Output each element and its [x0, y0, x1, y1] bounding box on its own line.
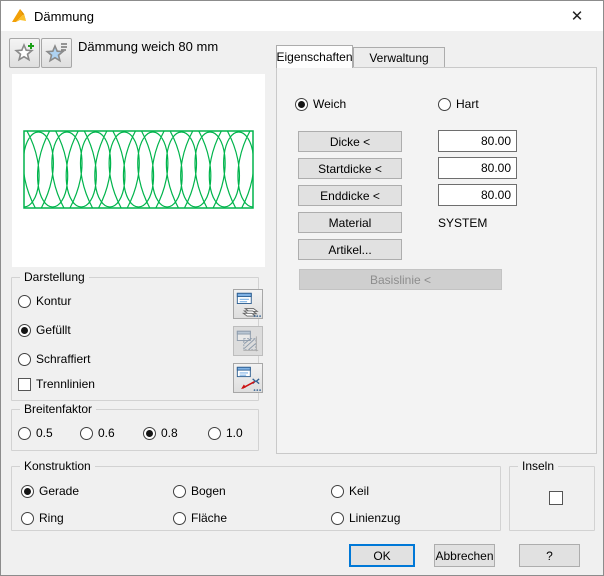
hatch-surface-icon [235, 328, 261, 354]
radio-circle [331, 512, 344, 525]
radio-flaeche-label: Fläche [191, 511, 227, 525]
darstellung-group-label: Darstellung [20, 270, 89, 284]
radio-10-label: 1.0 [226, 426, 243, 440]
enddicke-button[interactable]: Enddicke < [298, 185, 402, 206]
window-title: Dämmung [34, 9, 94, 24]
radio-circle [173, 512, 186, 525]
radio-circle [18, 295, 31, 308]
konstruktion-group-label: Konstruktion [20, 459, 95, 473]
radio-flaeche[interactable]: Fläche [173, 511, 227, 525]
radio-circle [18, 353, 31, 366]
radio-05-label: 0.5 [36, 426, 53, 440]
pen-surface-icon [235, 291, 261, 317]
breitenfaktor-group-label: Breitenfaktor [20, 402, 96, 416]
radio-keil[interactable]: Keil [331, 484, 369, 498]
radio-06[interactable]: 0.6 [80, 426, 115, 440]
radio-circle [173, 485, 186, 498]
radio-hart[interactable]: Hart [438, 97, 479, 111]
radio-circle [18, 427, 31, 440]
radio-schraffiert[interactable]: Schraffiert [18, 352, 90, 366]
tab-verwaltung-label: Verwaltung [369, 51, 428, 65]
insulation-pattern [12, 74, 265, 267]
radio-weich-label: Weich [313, 97, 346, 111]
radio-circle [80, 427, 93, 440]
radio-kontur-label: Kontur [36, 294, 71, 308]
konstruktion-group: Konstruktion [11, 466, 501, 531]
tab-verwaltung[interactable]: Verwaltung [353, 47, 445, 68]
tab-eigenschaften-label: Eigenschaften [276, 50, 352, 64]
enddicke-input[interactable] [438, 184, 517, 206]
dialog-window: Dämmung ✕ Dämmung weich 80 mm Darstellun… [0, 0, 604, 576]
inseln-checkbox[interactable] [549, 491, 563, 505]
star-plus-icon [13, 41, 37, 65]
dicke-button[interactable]: Dicke < [298, 131, 402, 152]
cancel-button[interactable]: Abbrechen [434, 544, 495, 567]
star-list-icon [45, 41, 69, 65]
insulation-preview [12, 74, 265, 267]
radio-schraffiert-label: Schraffiert [36, 352, 90, 366]
startdicke-button[interactable]: Startdicke < [298, 158, 402, 179]
radio-bogen-label: Bogen [191, 484, 226, 498]
radio-circle [438, 98, 451, 111]
ok-button[interactable]: OK [349, 544, 415, 567]
app-logo-icon [11, 8, 27, 24]
radio-circle [21, 512, 34, 525]
title-bar: Dämmung ✕ [1, 1, 603, 31]
format-transfer-button[interactable] [233, 363, 263, 393]
artikel-button[interactable]: Artikel... [298, 239, 402, 260]
radio-gerade[interactable]: Gerade [21, 484, 79, 498]
radio-gefuellt[interactable]: Gefüllt [18, 323, 71, 337]
radio-circle [21, 485, 34, 498]
radio-circle [295, 98, 308, 111]
radio-circle [331, 485, 344, 498]
radio-linienzug[interactable]: Linienzug [331, 511, 400, 525]
basislinie-button: Basislinie < [299, 269, 502, 290]
radio-linienzug-label: Linienzug [349, 511, 400, 525]
close-button[interactable]: ✕ [557, 1, 597, 31]
checkbox-trennlinien-label: Trennlinien [36, 377, 95, 391]
format-arrow-icon [235, 365, 261, 391]
radio-08[interactable]: 0.8 [143, 426, 178, 440]
tab-eigenschaften[interactable]: Eigenschaften [276, 45, 353, 68]
radio-gefuellt-label: Gefüllt [36, 323, 71, 337]
radio-bogen[interactable]: Bogen [173, 484, 226, 498]
radio-hart-label: Hart [456, 97, 479, 111]
radio-keil-label: Keil [349, 484, 369, 498]
format-properties-button[interactable] [233, 289, 263, 319]
radio-circle [208, 427, 221, 440]
tab-panel-eigenschaften [276, 67, 597, 454]
dicke-input[interactable] [438, 130, 517, 152]
radio-08-label: 0.8 [161, 426, 178, 440]
radio-06-label: 0.6 [98, 426, 115, 440]
radio-10[interactable]: 1.0 [208, 426, 243, 440]
radio-ring-label: Ring [39, 511, 64, 525]
favorite-load-button[interactable] [41, 38, 72, 68]
radio-05[interactable]: 0.5 [18, 426, 53, 440]
inseln-group-label: Inseln [518, 459, 558, 473]
help-button[interactable]: ? [519, 544, 580, 567]
surface-style-button-disabled [233, 326, 263, 356]
favorite-save-button[interactable] [9, 38, 40, 68]
favorite-name-label: Dämmung weich 80 mm [78, 38, 218, 56]
material-value: SYSTEM [438, 212, 487, 233]
radio-gerade-label: Gerade [39, 484, 79, 498]
radio-ring[interactable]: Ring [21, 511, 64, 525]
radio-kontur[interactable]: Kontur [18, 294, 71, 308]
radio-circle [143, 427, 156, 440]
material-button[interactable]: Material [298, 212, 402, 233]
checkbox-box [18, 378, 31, 391]
startdicke-input[interactable] [438, 157, 517, 179]
radio-weich[interactable]: Weich [295, 97, 346, 111]
radio-circle [18, 324, 31, 337]
checkbox-trennlinien[interactable]: Trennlinien [18, 377, 95, 391]
